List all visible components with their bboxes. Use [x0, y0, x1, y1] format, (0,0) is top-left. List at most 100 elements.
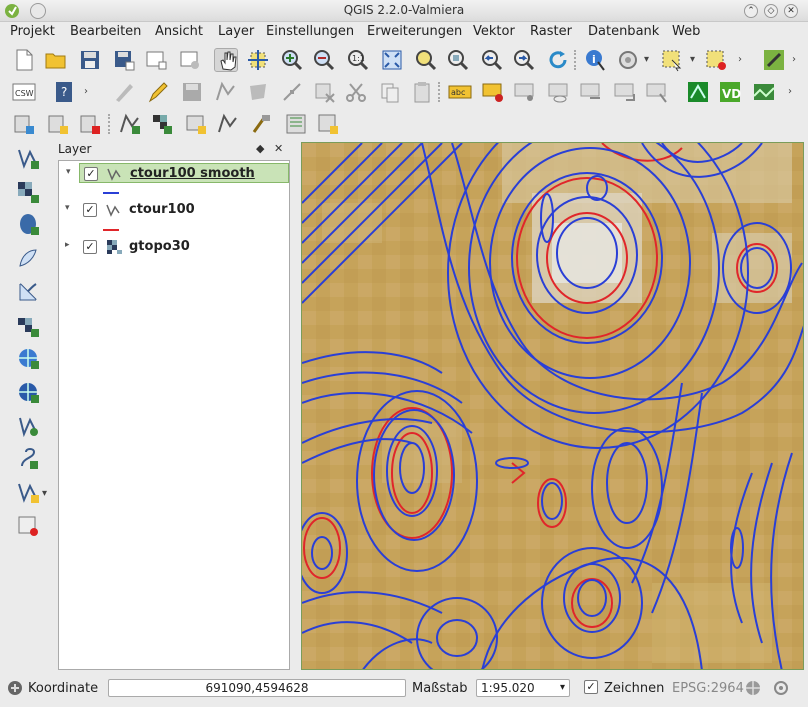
menu-raster[interactable]: Raster — [530, 24, 572, 39]
coordinate-field[interactable]: 691090,4594628 — [108, 679, 406, 697]
add-oracle-layer-icon[interactable] — [16, 314, 40, 338]
maximize-button[interactable]: ◇ — [764, 4, 778, 18]
minimize-button[interactable]: ⌃ — [744, 4, 758, 18]
layer-visibility-checkbox[interactable]: ✓ — [83, 203, 97, 217]
layer-row-ctour100[interactable]: ▾ ✓ ctour100 — [65, 200, 289, 220]
add-delimited-text-icon[interactable] — [12, 112, 36, 136]
cut-icon[interactable] — [344, 80, 368, 104]
menu-erweiterungen[interactable]: Erweiterungen — [367, 24, 462, 39]
csw-icon[interactable]: CSW — [12, 80, 36, 104]
label-move-icon[interactable] — [548, 80, 572, 104]
add-wcs-layer-icon[interactable] — [16, 380, 40, 404]
float-panel-button[interactable]: ◆ — [256, 142, 264, 155]
crs-globe-icon[interactable] — [744, 679, 762, 697]
save-project-icon[interactable] — [78, 48, 102, 72]
menu-projekt[interactable]: Projekt — [10, 24, 55, 39]
save-edits-icon[interactable] — [180, 80, 204, 104]
add-mssql-layer-icon[interactable] — [16, 280, 40, 304]
menu-bearbeiten[interactable]: Bearbeiten — [70, 24, 141, 39]
measure-icon[interactable] — [616, 48, 640, 72]
menu-layer[interactable]: Layer — [218, 24, 254, 39]
identify-icon[interactable]: i — [584, 48, 608, 72]
current-edits-icon[interactable] — [112, 80, 136, 104]
chevron-right-icon[interactable]: › — [788, 86, 792, 97]
add-oracle-icon[interactable] — [316, 112, 340, 136]
add-vector-layer-icon[interactable] — [16, 146, 40, 170]
scale-combobox[interactable]: 1:95.020 ▾ — [476, 679, 570, 697]
save-as-icon[interactable] — [112, 48, 136, 72]
vd-icon[interactable]: VD — [718, 80, 742, 104]
zoom-in-icon[interactable] — [280, 48, 304, 72]
new-print-composer-icon[interactable] — [144, 48, 168, 72]
menu-ansicht[interactable]: Ansicht — [155, 24, 203, 39]
add-raster-icon[interactable] — [150, 112, 174, 136]
refresh-icon[interactable] — [546, 48, 570, 72]
add-wfs-layer-icon[interactable] — [16, 414, 40, 438]
menu-datenbank[interactable]: Datenbank — [588, 24, 659, 39]
raster-image-icon[interactable] — [752, 80, 776, 104]
open-project-icon[interactable] — [44, 48, 68, 72]
label-show-hide-icon[interactable] — [514, 80, 538, 104]
label-rotate-icon[interactable] — [580, 80, 604, 104]
layer-row-gtopo30[interactable]: ▸ ✓ gtopo30 — [65, 237, 289, 257]
menu-vektor[interactable]: Vektor — [473, 24, 515, 39]
move-feature-icon[interactable] — [246, 80, 270, 104]
select-features-icon[interactable] — [660, 48, 684, 72]
close-window-button[interactable]: ✕ — [784, 4, 798, 18]
remove-layer-icon[interactable] — [16, 514, 40, 538]
layer-visibility-checkbox[interactable]: ✓ — [83, 240, 97, 254]
add-spatialite-icon[interactable] — [46, 112, 70, 136]
deselect-icon[interactable] — [704, 48, 728, 72]
zoom-last-icon[interactable] — [480, 48, 504, 72]
layer-visibility-checkbox[interactable]: ✓ — [84, 167, 98, 181]
new-shapefile-icon[interactable] — [16, 446, 40, 470]
delete-selected-icon[interactable] — [312, 80, 336, 104]
add-spatialite-layer-icon[interactable] — [16, 246, 40, 270]
new-layer-icon[interactable] — [78, 112, 102, 136]
collapse-icon[interactable]: ▾ — [66, 167, 71, 177]
label-property-icon[interactable] — [646, 80, 670, 104]
collapse-icon[interactable]: ▾ — [65, 203, 70, 213]
add-mssql-icon[interactable] — [284, 112, 308, 136]
python-console-icon[interactable] — [762, 48, 786, 72]
zoom-native-icon[interactable]: 1:1 — [346, 48, 370, 72]
render-checkbox[interactable]: ✓ — [584, 680, 598, 694]
settings-icon[interactable] — [772, 679, 790, 697]
new-spatialite-icon[interactable] — [16, 480, 40, 504]
add-postgis-layer-icon[interactable] — [16, 212, 40, 236]
grass-tools-icon[interactable] — [686, 80, 710, 104]
map-canvas[interactable] — [301, 142, 804, 670]
node-tool-icon[interactable] — [280, 80, 304, 104]
zoom-to-layer-icon[interactable] — [446, 48, 470, 72]
crs-label[interactable]: EPSG:2964 — [672, 681, 744, 696]
chevron-right-icon[interactable]: › — [792, 54, 796, 65]
toolbar-grip[interactable] — [438, 82, 442, 102]
chevron-down-icon[interactable]: ▾ — [690, 54, 695, 65]
copy-icon[interactable] — [378, 80, 402, 104]
zoom-full-icon[interactable] — [380, 48, 404, 72]
add-wms-layer-icon[interactable] — [16, 346, 40, 370]
expand-icon[interactable]: ▸ — [65, 240, 70, 250]
help-icon[interactable]: ? — [52, 80, 76, 104]
message-log-icon[interactable] — [6, 679, 24, 697]
pan-to-selection-icon[interactable] — [246, 48, 270, 72]
label-icon[interactable]: abc — [448, 80, 472, 104]
menu-einstellungen[interactable]: Einstellungen — [266, 24, 354, 39]
composer-manager-icon[interactable] — [178, 48, 202, 72]
chevron-down-icon[interactable]: ▾ — [42, 488, 47, 499]
add-vector-icon[interactable] — [118, 112, 142, 136]
zoom-next-icon[interactable] — [512, 48, 536, 72]
add-postgis-icon[interactable] — [184, 112, 208, 136]
close-panel-button[interactable]: ✕ — [274, 142, 283, 155]
add-raster-layer-icon[interactable] — [16, 180, 40, 204]
label-pin-icon[interactable] — [482, 80, 506, 104]
pan-icon[interactable] — [214, 48, 238, 72]
add-feature-icon[interactable] — [214, 80, 238, 104]
label-change-icon[interactable] — [614, 80, 638, 104]
chevron-right-icon[interactable]: › — [84, 86, 88, 97]
add-wfs-icon[interactable] — [250, 112, 274, 136]
toolbar-grip[interactable] — [108, 114, 112, 134]
add-wms-icon[interactable] — [216, 112, 240, 136]
zoom-to-selection-icon[interactable] — [414, 48, 438, 72]
toolbar-grip[interactable] — [574, 50, 578, 70]
